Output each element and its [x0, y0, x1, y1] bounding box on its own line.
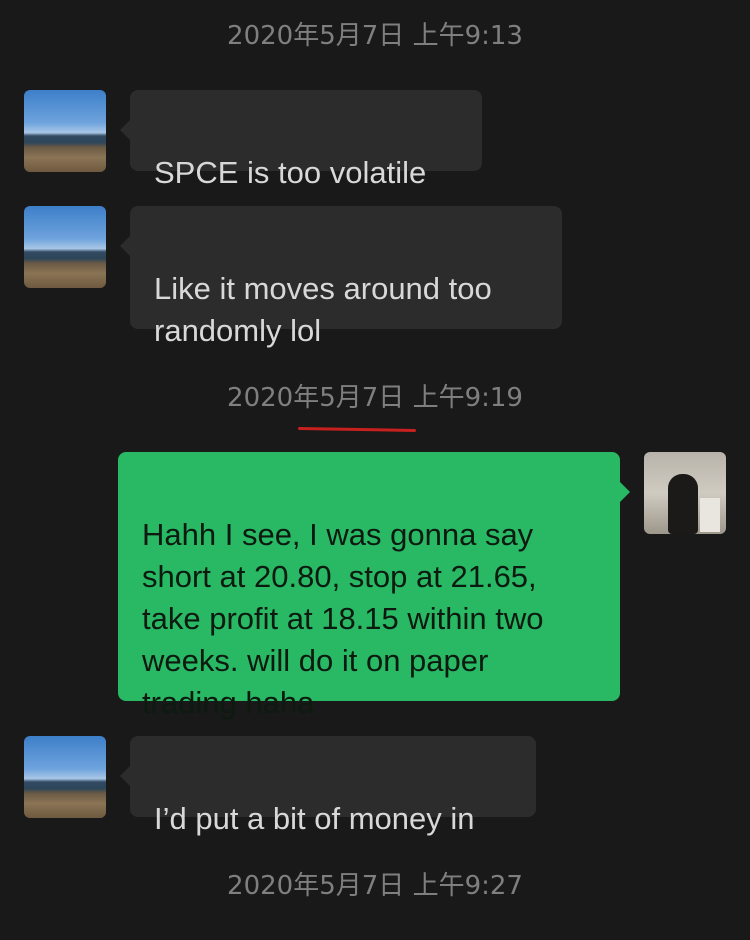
- avatar-person-silhouette: [668, 474, 698, 534]
- message-bubble-incoming[interactable]: Like it moves around too randomly lol: [120, 206, 562, 348]
- message-bubble-outgoing[interactable]: Hahh I see, I was gonna say short at 20.…: [118, 452, 630, 720]
- timestamp: 2020年5月7日 上午9:27: [0, 870, 750, 902]
- message-text: I’d put a bit of money in: [154, 801, 475, 836]
- timestamp-text: 2020年5月7日 上午9:19: [227, 383, 523, 413]
- self-avatar[interactable]: [644, 452, 726, 534]
- timestamp-text: 2020年5月7日 上午9:27: [227, 871, 523, 901]
- message-text: SPCE is too volatile: [154, 155, 427, 190]
- contact-avatar[interactable]: [24, 90, 106, 172]
- timestamp: 2020年5月7日 上午9:19: [0, 382, 750, 414]
- message-bubble-incoming[interactable]: SPCE is too volatile: [120, 90, 482, 190]
- message-text: Hahh I see, I was gonna say short at 20.…: [142, 517, 544, 720]
- avatar-background-detail: [700, 498, 720, 532]
- annotation-underline: [297, 426, 417, 433]
- timestamp: 2020年5月7日 上午9:13: [0, 20, 750, 52]
- timestamp-text: 2020年5月7日 上午9:13: [227, 21, 523, 51]
- message-text: Like it moves around too randomly lol: [154, 271, 492, 348]
- message-bubble-incoming[interactable]: I’d put a bit of money in: [120, 736, 536, 836]
- contact-avatar[interactable]: [24, 206, 106, 288]
- contact-avatar[interactable]: [24, 736, 106, 818]
